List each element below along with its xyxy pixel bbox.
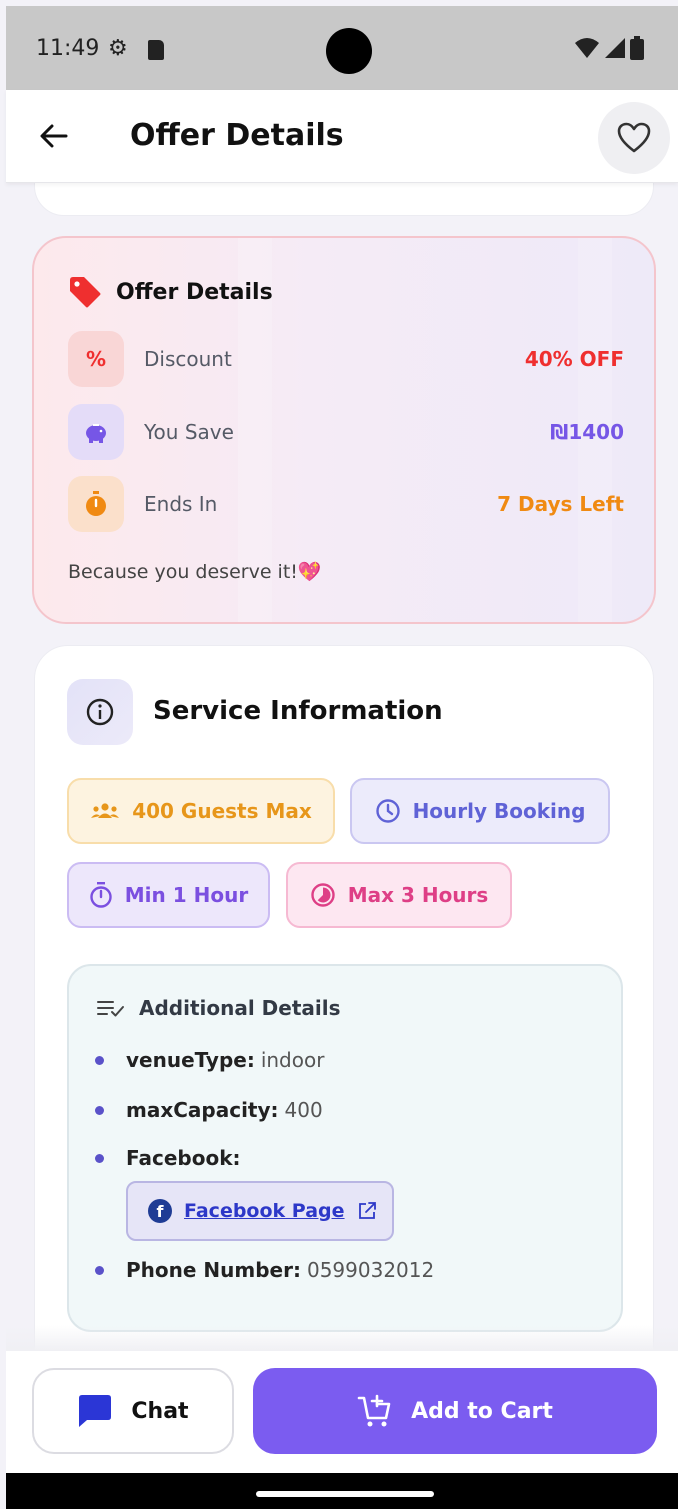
signal-icon xyxy=(605,38,625,58)
battery-icon xyxy=(630,36,644,60)
info-icon xyxy=(86,698,114,726)
discount-row: % Discount 40% OFF xyxy=(68,331,624,387)
time-lapse-icon xyxy=(310,883,335,907)
detail-value: 0599032012 xyxy=(306,1258,435,1282)
guests-max-label: 400 Guests Max xyxy=(132,799,312,823)
cart-add-icon xyxy=(357,1394,391,1427)
tag-icon xyxy=(70,277,101,308)
discount-value: 40% OFF xyxy=(524,347,624,371)
add-to-cart-button[interactable]: Add to Cart xyxy=(253,1368,657,1454)
clock-icon xyxy=(375,799,400,823)
scroll-fade xyxy=(6,1325,678,1351)
detail-venue-type: venueType: indoor xyxy=(95,1048,324,1072)
bullet xyxy=(95,1105,104,1115)
bullet xyxy=(95,1153,104,1163)
additional-details-title: Additional Details xyxy=(139,996,341,1020)
max-hours-chip: Max 3 Hours xyxy=(286,862,512,928)
facebook-link-label: Facebook Page xyxy=(184,1200,345,1222)
info-icon-container xyxy=(67,679,133,745)
home-gesture-handle[interactable] xyxy=(256,1491,434,1497)
discount-label: Discount xyxy=(144,347,232,371)
timer-icon xyxy=(90,882,112,908)
detail-key: maxCapacity: xyxy=(126,1098,279,1122)
back-button[interactable] xyxy=(36,118,72,154)
detail-key: venueType: xyxy=(126,1048,255,1072)
min-hour-chip: Min 1 Hour xyxy=(67,862,270,928)
additional-details-header: Additional Details xyxy=(97,996,341,1020)
service-information-card: Service Information 400 Guests Max Hourl… xyxy=(34,645,654,1365)
add-to-cart-label: Add to Cart xyxy=(411,1398,553,1424)
piggy-bank-icon xyxy=(68,404,124,460)
bullet xyxy=(95,1055,104,1065)
stopwatch-icon xyxy=(68,476,124,532)
ends-in-label: Ends In xyxy=(144,492,218,516)
service-title: Service Information xyxy=(153,696,443,726)
detail-key: Facebook: xyxy=(126,1146,241,1170)
list-check-icon xyxy=(97,1001,124,1017)
system-navigation-bar xyxy=(6,1473,678,1509)
heart-icon xyxy=(617,122,651,153)
status-bar: 11:49 ⚙ xyxy=(6,6,678,90)
ends-in-row: Ends In 7 Days Left xyxy=(68,476,624,532)
you-save-label: You Save xyxy=(144,420,234,444)
detail-facebook: Facebook: xyxy=(95,1146,241,1170)
min-hour-label: Min 1 Hour xyxy=(124,883,249,907)
offer-tagline: Because you deserve it!💖 xyxy=(68,561,322,583)
you-save-row: You Save ₪1400 xyxy=(68,404,624,460)
max-hours-label: Max 3 Hours xyxy=(347,883,489,907)
group-icon xyxy=(91,803,120,818)
status-icons xyxy=(574,36,644,60)
app-bar: Offer Details xyxy=(6,90,678,183)
wifi-icon xyxy=(575,38,599,58)
detail-max-capacity: maxCapacity: 400 xyxy=(95,1098,323,1122)
ends-in-value: 7 Days Left xyxy=(497,492,624,516)
facebook-page-link[interactable]: f Facebook Page xyxy=(126,1181,394,1241)
detail-value: indoor xyxy=(260,1048,325,1072)
external-link-icon xyxy=(358,1202,376,1219)
hourly-booking-label: Hourly Booking xyxy=(412,799,586,823)
camera-cutout xyxy=(326,28,372,74)
percent-icon: % xyxy=(68,331,124,387)
status-time: 11:49 xyxy=(36,36,100,61)
bullet xyxy=(95,1265,104,1275)
chat-label: Chat xyxy=(131,1398,189,1424)
favorite-button[interactable] xyxy=(598,102,670,174)
detail-value: 400 xyxy=(284,1098,323,1122)
offer-header: Offer Details xyxy=(68,276,273,308)
bottom-action-bar: Chat Add to Cart xyxy=(6,1351,678,1473)
settings-gear-icon: ⚙ xyxy=(108,36,128,61)
chat-button[interactable]: Chat xyxy=(32,1368,234,1454)
guests-max-chip: 400 Guests Max xyxy=(67,778,335,844)
hourly-booking-chip: Hourly Booking xyxy=(350,778,610,844)
arrow-left-icon xyxy=(40,124,68,148)
offer-title: Offer Details xyxy=(116,279,273,305)
facebook-icon: f xyxy=(148,1199,172,1223)
detail-phone-number: Phone Number: 0599032012 xyxy=(95,1258,434,1282)
chat-bubble-icon xyxy=(79,1395,112,1427)
page-title: Offer Details xyxy=(130,118,344,153)
additional-details-box: Additional Details venueType: indoor max… xyxy=(67,964,623,1332)
offer-details-card: Offer Details % Discount 40% OFF You Sav… xyxy=(32,236,656,624)
you-save-value: ₪1400 xyxy=(550,420,624,444)
sd-card-icon xyxy=(148,40,164,60)
detail-key: Phone Number: xyxy=(126,1258,301,1282)
